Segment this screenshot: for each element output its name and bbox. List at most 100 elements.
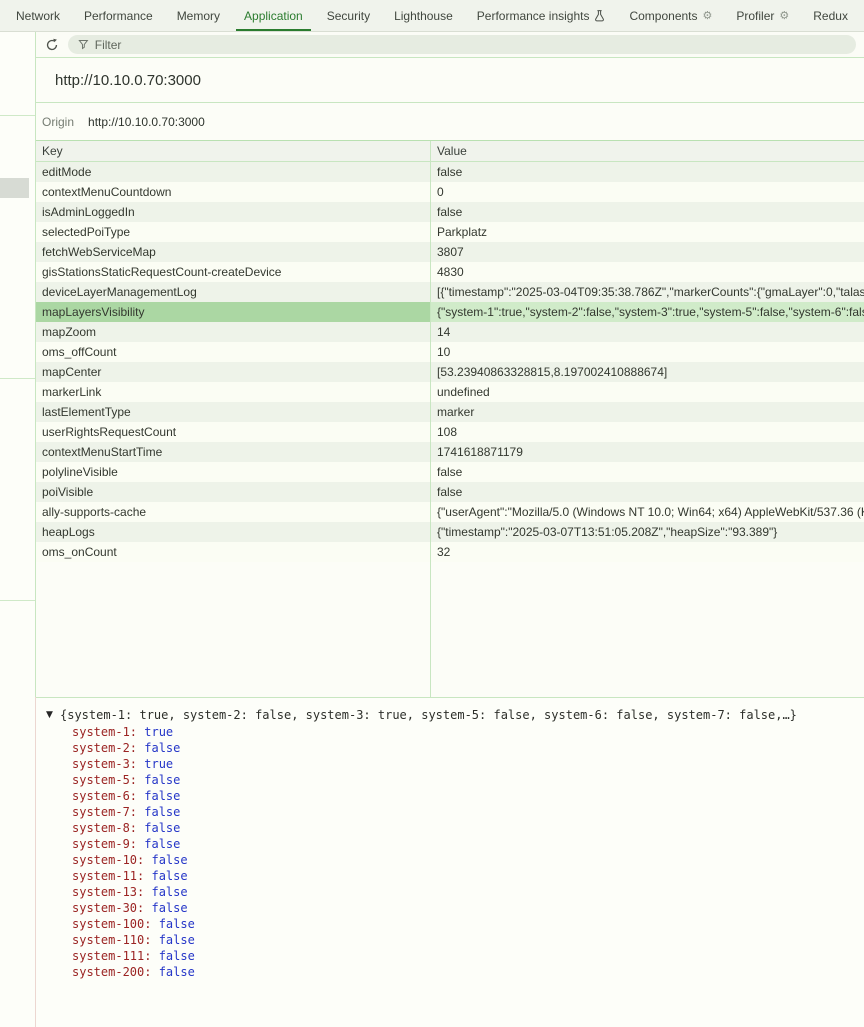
table-row[interactable]: userRightsRequestCount108 (36, 422, 864, 442)
table-row[interactable]: heapLogs{"timestamp":"2025-03-07T13:51:0… (36, 522, 864, 542)
json-entry[interactable]: system-11: false (72, 868, 864, 884)
tab-memory[interactable]: Memory (173, 0, 224, 31)
row-value[interactable]: {"userAgent":"Mozilla/5.0 (Windows NT 10… (430, 502, 864, 522)
row-key[interactable]: fetchWebServiceMap (36, 242, 430, 262)
tab-performance[interactable]: Performance (80, 0, 157, 31)
row-key[interactable]: mapCenter (36, 362, 430, 382)
row-value[interactable]: false (430, 462, 864, 482)
table-row[interactable]: oms_onCount32 (36, 542, 864, 562)
json-entry[interactable]: system-3: true (72, 756, 864, 772)
json-entry[interactable]: system-7: false (72, 804, 864, 820)
json-entry[interactable]: system-110: false (72, 932, 864, 948)
table-row[interactable]: editModefalse (36, 162, 864, 182)
refresh-icon (45, 38, 59, 52)
table-row[interactable]: gisStationsStaticRequestCount-createDevi… (36, 262, 864, 282)
tab-components[interactable]: Components⚙ (625, 0, 716, 31)
json-key: system-10: (72, 853, 144, 867)
json-entry[interactable]: system-10: false (72, 852, 864, 868)
table-row[interactable]: contextMenuStartTime1741618871179 (36, 442, 864, 462)
json-entry[interactable]: system-13: false (72, 884, 864, 900)
row-value[interactable]: 3807 (430, 242, 864, 262)
json-entry[interactable]: system-2: false (72, 740, 864, 756)
row-key[interactable]: contextMenuStartTime (36, 442, 430, 462)
tab-performance-insights[interactable]: Performance insights (473, 0, 610, 31)
table-row[interactable]: isAdminLoggedInfalse (36, 202, 864, 222)
table-row[interactable]: mapCenter[53.23940863328815,8.1970024108… (36, 362, 864, 382)
tab-label: Network (16, 9, 60, 23)
row-key[interactable]: polylineVisible (36, 462, 430, 482)
row-key[interactable]: heapLogs (36, 522, 430, 542)
table-row[interactable]: mapLayersVisibility{"system-1":true,"sys… (36, 302, 864, 322)
flask-icon (594, 9, 605, 22)
row-value[interactable]: 1741618871179 (430, 442, 864, 462)
row-value[interactable]: false (430, 162, 864, 182)
row-key[interactable]: mapLayersVisibility (36, 302, 430, 322)
row-value[interactable]: Parkplatz (430, 222, 864, 242)
table-row[interactable]: ally-supports-cache{"userAgent":"Mozilla… (36, 502, 864, 522)
tab-security[interactable]: Security (323, 0, 374, 31)
json-entry[interactable]: system-1: true (72, 724, 864, 740)
json-entry[interactable]: system-9: false (72, 836, 864, 852)
row-value[interactable]: false (430, 482, 864, 502)
row-value[interactable]: [{"timestamp":"2025-03-04T09:35:38.786Z"… (430, 282, 864, 302)
row-value[interactable]: 4830 (430, 262, 864, 282)
row-value[interactable]: 14 (430, 322, 864, 342)
json-entry[interactable]: system-111: false (72, 948, 864, 964)
json-entry[interactable]: system-200: false (72, 964, 864, 980)
table-row[interactable]: mapZoom14 (36, 322, 864, 342)
json-entry[interactable]: system-100: false (72, 916, 864, 932)
row-key[interactable]: editMode (36, 162, 430, 182)
table-row[interactable]: polylineVisiblefalse (36, 462, 864, 482)
table-row[interactable]: oms_offCount10 (36, 342, 864, 362)
column-divider[interactable] (430, 141, 431, 697)
table-row[interactable]: selectedPoiTypeParkplatz (36, 222, 864, 242)
json-entry[interactable]: system-30: false (72, 900, 864, 916)
row-key[interactable]: isAdminLoggedIn (36, 202, 430, 222)
row-key[interactable]: oms_offCount (36, 342, 430, 362)
tab-lighthouse[interactable]: Lighthouse (390, 0, 457, 31)
sidebar-selected-item[interactable] (0, 178, 29, 198)
json-entry[interactable]: system-8: false (72, 820, 864, 836)
table-row[interactable]: poiVisiblefalse (36, 482, 864, 502)
row-key[interactable]: mapZoom (36, 322, 430, 342)
row-value[interactable]: 32 (430, 542, 864, 562)
json-value: false (151, 933, 194, 947)
table-row[interactable]: markerLinkundefined (36, 382, 864, 402)
row-key[interactable]: markerLink (36, 382, 430, 402)
filter-input[interactable] (95, 38, 846, 52)
table-row[interactable]: contextMenuCountdown0 (36, 182, 864, 202)
row-key[interactable]: poiVisible (36, 482, 430, 502)
tab-redux[interactable]: Redux (809, 0, 852, 31)
row-key[interactable]: ally-supports-cache (36, 502, 430, 522)
row-key[interactable]: gisStationsStaticRequestCount-createDevi… (36, 262, 430, 282)
tab-profiler[interactable]: Profiler⚙ (732, 0, 793, 31)
row-key[interactable]: deviceLayerManagementLog (36, 282, 430, 302)
column-header-key[interactable]: Key (36, 141, 430, 161)
refresh-button[interactable] (42, 35, 62, 55)
row-value[interactable]: 0 (430, 182, 864, 202)
tab-application[interactable]: Application (240, 0, 307, 31)
row-key[interactable]: oms_onCount (36, 542, 430, 562)
table-row[interactable]: fetchWebServiceMap3807 (36, 242, 864, 262)
json-entry[interactable]: system-5: false (72, 772, 864, 788)
row-value[interactable]: false (430, 202, 864, 222)
column-header-value[interactable]: Value (430, 141, 864, 161)
row-value[interactable]: undefined (430, 382, 864, 402)
row-key[interactable]: userRightsRequestCount (36, 422, 430, 442)
chevron-expanded-icon[interactable]: ▼ (46, 707, 60, 723)
row-value[interactable]: {"timestamp":"2025-03-07T13:51:05.208Z",… (430, 522, 864, 542)
json-summary-row[interactable]: ▼ {system-1: true, system-2: false, syst… (36, 707, 864, 723)
row-key[interactable]: selectedPoiType (36, 222, 430, 242)
row-key[interactable]: contextMenuCountdown (36, 182, 430, 202)
row-key[interactable]: lastElementType (36, 402, 430, 422)
row-value[interactable]: 108 (430, 422, 864, 442)
json-entry[interactable]: system-6: false (72, 788, 864, 804)
tab-network[interactable]: Network (12, 0, 64, 31)
row-value[interactable]: [53.23940863328815,8.197002410888674] (430, 362, 864, 382)
row-value[interactable]: {"system-1":true,"system-2":false,"syste… (430, 302, 864, 322)
filter-field[interactable] (68, 35, 856, 54)
table-row[interactable]: lastElementTypemarker (36, 402, 864, 422)
row-value[interactable]: marker (430, 402, 864, 422)
table-row[interactable]: deviceLayerManagementLog[{"timestamp":"2… (36, 282, 864, 302)
row-value[interactable]: 10 (430, 342, 864, 362)
